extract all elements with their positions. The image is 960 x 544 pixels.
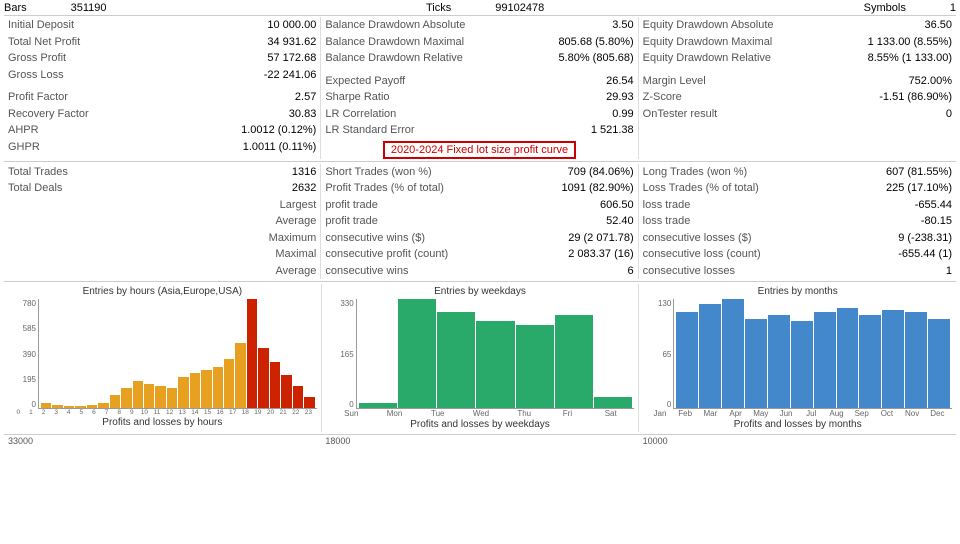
ticks-value: 99102478 bbox=[495, 2, 544, 14]
bar bbox=[144, 384, 154, 408]
bar bbox=[121, 388, 131, 408]
bar bbox=[133, 381, 143, 408]
bar bbox=[167, 388, 177, 408]
bar bbox=[178, 377, 188, 408]
bar bbox=[699, 304, 721, 408]
bars-label: Bars bbox=[4, 2, 27, 14]
bar bbox=[814, 312, 836, 408]
bar bbox=[224, 359, 234, 408]
trades-col2: Short Trades (won %)709 (84.06%) Profit … bbox=[321, 164, 638, 280]
bar bbox=[110, 395, 120, 408]
bar bbox=[258, 348, 268, 408]
stats-col2: Balance Drawdown Absolute3.50 Balance Dr… bbox=[321, 17, 638, 159]
bar bbox=[676, 312, 698, 408]
bar bbox=[75, 406, 85, 408]
bar bbox=[928, 319, 950, 408]
symbols-row: Symbols 1 bbox=[864, 2, 956, 14]
bar bbox=[98, 403, 108, 408]
bar bbox=[304, 397, 314, 408]
stats-col3: Equity Drawdown Absolute36.50 Equity Dra… bbox=[639, 17, 956, 159]
bar bbox=[247, 299, 257, 408]
bar bbox=[270, 362, 280, 408]
bar bbox=[476, 321, 514, 408]
bars-row: Bars 351190 bbox=[4, 2, 107, 14]
ticks-row: Ticks 99102478 bbox=[426, 2, 544, 14]
bar bbox=[768, 315, 790, 408]
bar bbox=[293, 386, 303, 408]
trades-col1: Total Trades1316 Total Deals2632 Largest… bbox=[4, 164, 321, 280]
bar bbox=[87, 405, 97, 408]
bar bbox=[722, 299, 744, 408]
months-chart-title: Entries by months bbox=[643, 286, 952, 297]
bars-value: 351190 bbox=[71, 2, 107, 14]
bar bbox=[791, 321, 813, 408]
bar bbox=[190, 373, 200, 408]
weekdays-chart-title: Entries by weekdays bbox=[326, 286, 635, 297]
bar bbox=[516, 325, 554, 408]
bar bbox=[437, 312, 475, 408]
weekdays-pl-label: Profits and losses by weekdays bbox=[326, 419, 635, 430]
ticks-label: Ticks bbox=[426, 2, 451, 14]
stats-col1: Initial Deposit10 000.00 Total Net Profi… bbox=[4, 17, 321, 159]
bar bbox=[201, 370, 211, 408]
symbols-value: 1 bbox=[950, 2, 956, 14]
weekdays-chart: Entries by weekdays 330 165 0 SunMonTueW… bbox=[322, 284, 640, 432]
bar bbox=[555, 315, 593, 408]
months-pl-label: Profits and losses by months bbox=[643, 419, 952, 430]
bar bbox=[398, 299, 436, 408]
bar bbox=[594, 397, 632, 408]
charts-section: Entries by hours (Asia,Europe,USA) 780 5… bbox=[4, 281, 956, 432]
hours-chart-title: Entries by hours (Asia,Europe,USA) bbox=[8, 286, 317, 297]
trades-col3: Long Trades (won %)607 (81.55%) Loss Tra… bbox=[639, 164, 956, 280]
bar bbox=[837, 308, 859, 408]
bar bbox=[745, 319, 767, 408]
bar bbox=[64, 406, 74, 408]
bar bbox=[155, 386, 165, 408]
symbols-label: Symbols bbox=[864, 2, 906, 14]
bar bbox=[41, 403, 51, 408]
bar bbox=[281, 375, 291, 408]
bar bbox=[859, 315, 881, 408]
months-chart: Entries by months 130 65 0 JanFebMarAprM… bbox=[639, 284, 956, 432]
bar bbox=[52, 405, 62, 408]
bar bbox=[235, 343, 245, 408]
bar bbox=[905, 312, 927, 408]
bar bbox=[213, 367, 223, 408]
highlight-text: 2020-2024 Fixed lot size profit curve bbox=[383, 141, 576, 159]
bar bbox=[882, 310, 904, 408]
hours-chart: Entries by hours (Asia,Europe,USA) 780 5… bbox=[4, 284, 322, 432]
bar bbox=[359, 403, 397, 408]
hours-pl-label: Profits and losses by hours bbox=[8, 417, 317, 428]
